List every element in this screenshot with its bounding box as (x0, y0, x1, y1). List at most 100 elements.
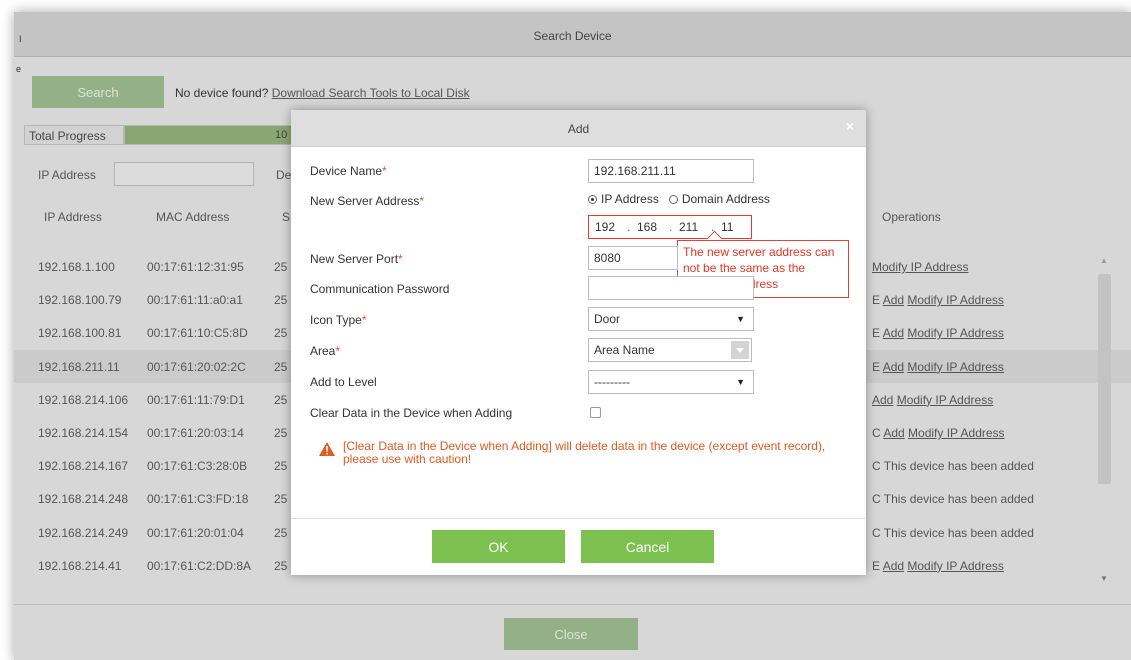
cell-operations: E Add Modify IP Address (872, 293, 1004, 307)
close-button[interactable]: Close (504, 618, 638, 650)
cell-operations: C Add Modify IP Address (872, 426, 1005, 440)
cell-ip: 192.168.214.106 (38, 392, 129, 407)
cell-serial: 25 (274, 293, 288, 308)
ip-octet-4[interactable]: 11 (721, 220, 733, 234)
server-port-label: New Server Port* (310, 252, 403, 266)
device-type-filter-label: De (276, 168, 292, 182)
server-address-label: New Server Address* (310, 194, 424, 208)
modify-ip-address-link[interactable]: Modify IP Address (908, 426, 1005, 440)
cancel-button[interactable]: Cancel (581, 530, 714, 563)
cell-ip: 192.168.100.79 (38, 293, 122, 308)
cell-operations: E Add Modify IP Address (872, 559, 1004, 573)
cell-serial: 25 (274, 459, 288, 474)
cell-operations: C This device has been added (872, 526, 1034, 540)
ok-button[interactable]: OK (432, 530, 565, 563)
server-address-label-text: New Server Address (310, 194, 420, 208)
radio-domain-address[interactable] (668, 194, 678, 204)
add-link[interactable]: Add (872, 393, 893, 407)
cell-mac: 00:17:61:C3:28:0B (147, 459, 248, 474)
scroll-down-icon[interactable]: ▼ (1100, 574, 1108, 583)
device-name-input[interactable]: 192.168.211.11 (588, 159, 754, 183)
required-mark: * (419, 194, 425, 208)
area-select[interactable]: Area Name (588, 338, 752, 362)
cell-operations: C This device has been added (872, 492, 1034, 506)
clear-data-label: Clear Data in the Device when Adding (310, 406, 513, 420)
radio-domain-address-label[interactable]: Domain Address (682, 192, 770, 206)
scroll-up-icon[interactable]: ▲ (1100, 256, 1108, 265)
server-address-type: IP Address Domain Address (588, 192, 770, 206)
warning-text: [Clear Data in the Device when Adding] w… (343, 439, 826, 466)
ip-filter-label: IP Address (38, 168, 96, 182)
cell-mac: 00:17:61:11:79:D1 (147, 392, 245, 407)
window-titlebar: Search Device (14, 12, 1131, 57)
ip-octet-1[interactable]: 192 (595, 220, 615, 234)
op-prefix: C (872, 459, 881, 474)
modify-ip-address-link[interactable]: Modify IP Address (907, 559, 1004, 573)
cell-mac: 00:17:61:C2:DD:8A (147, 558, 252, 573)
chevron-down-icon: ▼ (736, 314, 745, 324)
no-device-text: No device found? (175, 86, 269, 100)
ip-octet-2[interactable]: 168 (637, 220, 657, 234)
clear-data-checkbox[interactable] (590, 407, 601, 418)
radio-ip-address-label[interactable]: IP Address (601, 192, 659, 206)
modify-ip-address-link[interactable]: Modify IP Address (872, 260, 969, 274)
column-header-mac: MAC Address (156, 210, 230, 224)
area-value: Area Name (594, 343, 655, 357)
cell-ip: 192.168.100.81 (38, 326, 122, 341)
add-to-level-select[interactable]: --------- ▼ (588, 370, 754, 394)
window-title: Search Device (533, 29, 612, 43)
cell-serial: 25 (274, 359, 288, 374)
dialog-titlebar: Add × (291, 110, 866, 147)
ip-filter-input[interactable] (114, 162, 254, 186)
search-button[interactable]: Search (32, 76, 164, 108)
cell-ip: 192.168.214.41 (38, 558, 122, 573)
op-prefix: E (872, 326, 881, 341)
cell-ip: 192.168.214.249 (38, 525, 129, 540)
required-mark: * (398, 252, 403, 266)
cell-mac: 00:17:61:20:03:14 (147, 426, 244, 440)
cell-mac: 00:17:61:C3:FD:18 (147, 492, 249, 507)
server-port-label-text: New Server Port (310, 252, 399, 266)
required-mark: * (382, 164, 387, 178)
op-prefix: E (872, 359, 881, 374)
comm-password-input[interactable] (588, 276, 754, 300)
modify-ip-address-link[interactable]: Modify IP Address (907, 360, 1004, 374)
ip-octet-3[interactable]: 211 (679, 220, 698, 234)
download-search-tools-link[interactable]: Download Search Tools to Local Disk (272, 86, 470, 100)
modify-ip-address-link[interactable]: Modify IP Address (907, 293, 1004, 307)
add-link[interactable]: Add (883, 326, 904, 340)
add-link[interactable]: Add (883, 360, 904, 374)
area-dropdown-icon[interactable] (731, 341, 749, 359)
cell-operations: Modify IP Address (872, 260, 969, 274)
icon-type-select[interactable]: Door ▼ (588, 307, 754, 331)
close-icon[interactable]: × (846, 118, 854, 134)
add-link[interactable]: Add (883, 426, 904, 440)
cell-mac: 00:17:61:12:31:95 (147, 260, 244, 274)
required-mark: * (335, 344, 341, 358)
area-label-text: Area (310, 344, 336, 358)
cell-mac: 00:17:61:11:a0:a1 (147, 293, 243, 308)
dialog-footer-divider (291, 518, 866, 519)
dialog-title: Add (567, 122, 590, 136)
radio-ip-address[interactable] (588, 194, 597, 204)
server-ip-input[interactable]: 192 . 168 . 211 . 11 (588, 215, 752, 239)
no-device-message: No device found? Download Search Tools t… (175, 86, 470, 100)
cell-mac: 00:17:61:10:C5:8D (147, 326, 248, 341)
edge-mark: I (19, 34, 22, 44)
table-scrollbar[interactable]: ▲ ▼ (1094, 252, 1116, 592)
add-link[interactable]: Add (883, 293, 904, 307)
modify-ip-address-link[interactable]: Modify IP Address (897, 393, 994, 407)
add-link[interactable]: Add (883, 559, 904, 573)
cell-serial: 25 (274, 392, 288, 407)
column-header-ip: IP Address (44, 210, 102, 224)
cell-operations: Add Modify IP Address (872, 393, 993, 407)
area-label: Area* (310, 344, 340, 358)
cell-ip: 192.168.214.248 (38, 492, 129, 507)
server-port-input[interactable]: 8080 (588, 246, 678, 270)
progress-value: 10 (275, 129, 288, 141)
modify-ip-address-link[interactable]: Modify IP Address (907, 326, 1004, 340)
icon-type-value: Door (594, 312, 621, 326)
ip-dot: . (627, 220, 631, 234)
scroll-thumb[interactable] (1098, 274, 1111, 484)
cell-operations: E Add Modify IP Address (872, 360, 1004, 374)
